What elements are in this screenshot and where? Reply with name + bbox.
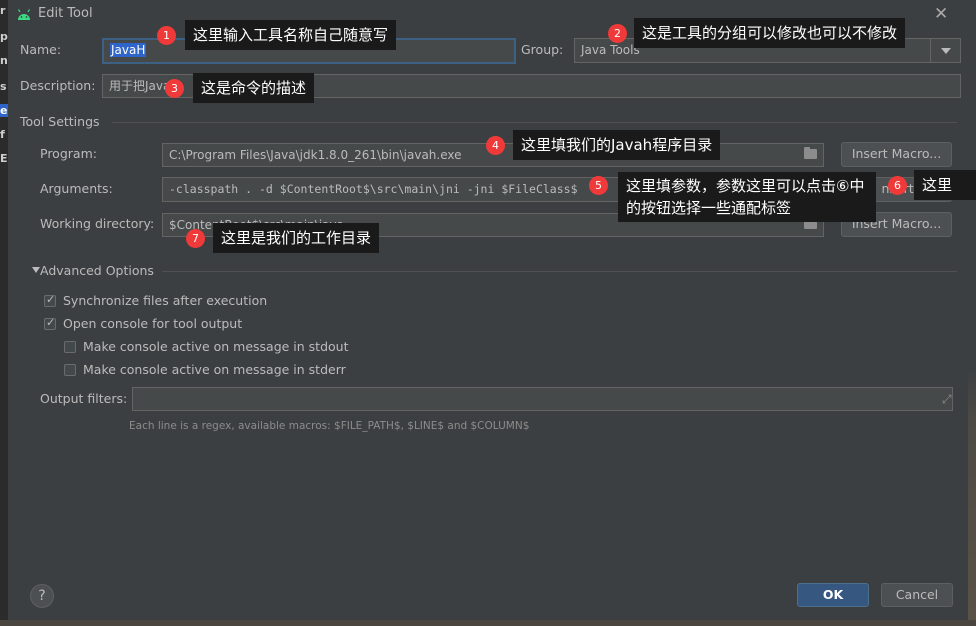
- expand-icon[interactable]: ⤢: [942, 392, 952, 407]
- cancel-button[interactable]: Cancel: [881, 583, 953, 607]
- collapse-triangle-icon[interactable]: [32, 267, 40, 273]
- console-stdout-label: Make console active on message in stdout: [83, 339, 349, 354]
- insert-macro-button-program[interactable]: Insert Macro...: [841, 142, 952, 167]
- annotation-badge-6: 6: [888, 176, 907, 195]
- ok-button[interactable]: OK: [797, 583, 869, 607]
- annotation-note-4: 这里填我们的Javah程序目录: [513, 130, 721, 160]
- edge-glyph: n: [0, 54, 8, 67]
- output-filters-hint: Each line is a regex, available macros: …: [129, 420, 530, 432]
- output-filters-input[interactable]: [132, 387, 953, 411]
- chevron-down-icon[interactable]: [930, 38, 961, 63]
- program-label: Program:: [40, 146, 97, 161]
- section-divider: [162, 271, 957, 272]
- program-value: C:\Program Files\Java\jdk1.8.0_261\bin\j…: [169, 148, 462, 162]
- annotation-note-2: 这是工具的分组可以修改也可以不修改: [634, 18, 906, 48]
- annotation-badge-3: 3: [165, 79, 184, 98]
- working-directory-label: Working directory:: [40, 216, 155, 231]
- edge-glyph: p: [0, 30, 8, 43]
- background-window-edge-right: [968, 0, 976, 626]
- output-filters-label: Output filters:: [40, 391, 128, 406]
- open-console-label: Open console for tool output: [63, 316, 243, 331]
- folder-icon[interactable]: [804, 147, 817, 159]
- name-input-value: JavaH: [110, 43, 147, 57]
- background-window-edge-bottom: [0, 620, 976, 626]
- description-label: Description:: [20, 78, 96, 93]
- name-label: Name:: [20, 42, 62, 57]
- open-console-checkbox[interactable]: [44, 316, 56, 330]
- edge-glyph: E: [0, 152, 8, 165]
- edge-glyph: r: [0, 4, 6, 17]
- background-window-edge: r p n s e f E: [0, 0, 8, 626]
- group-label: Group:: [521, 42, 564, 57]
- android-icon: [17, 9, 31, 20]
- annotation-badge-5: 5: [589, 176, 608, 195]
- annotation-badge-4: 4: [486, 136, 505, 155]
- sync-files-label: Synchronize files after execution: [63, 293, 268, 308]
- group-value: Java Tools: [581, 43, 640, 57]
- annotation-note-1: 这里输入工具名称自己随意写: [185, 20, 397, 50]
- annotation-badge-7: 7: [186, 229, 205, 248]
- edge-glyph: e: [0, 104, 8, 117]
- annotation-note-5: 这里填参数，参数这里可以点击⑥中的按钮选择一些通配标签: [618, 172, 876, 222]
- close-icon[interactable]: ✕: [934, 4, 948, 24]
- section-divider: [112, 122, 957, 123]
- edit-tool-dialog: Edit Tool ✕ Name: JavaH Group: Java Tool…: [8, 0, 968, 620]
- sync-files-checkbox[interactable]: [44, 293, 56, 307]
- help-button[interactable]: ?: [30, 584, 54, 608]
- edge-glyph: s: [0, 80, 7, 93]
- advanced-options-title[interactable]: Advanced Options: [40, 263, 154, 278]
- annotation-note-3: 这是命令的描述: [193, 73, 315, 103]
- tool-settings-title: Tool Settings: [20, 114, 100, 129]
- annotation-badge-1: 1: [157, 26, 176, 45]
- console-stderr-checkbox[interactable]: [64, 364, 76, 376]
- arguments-label: Arguments:: [40, 181, 113, 196]
- annotation-note-6: 这里: [914, 170, 976, 200]
- console-stdout-checkbox[interactable]: [64, 341, 76, 353]
- description-value: 用于把Java: [109, 79, 171, 93]
- console-stderr-label: Make console active on message in stderr: [83, 362, 346, 377]
- edge-glyph: f: [0, 128, 5, 141]
- annotation-badge-2: 2: [608, 24, 627, 43]
- annotation-note-7: 这里是我们的工作目录: [213, 223, 380, 253]
- arguments-value: -classpath . -d $ContentRoot$\src\main\j…: [169, 182, 578, 196]
- dialog-title: Edit Tool: [38, 6, 93, 21]
